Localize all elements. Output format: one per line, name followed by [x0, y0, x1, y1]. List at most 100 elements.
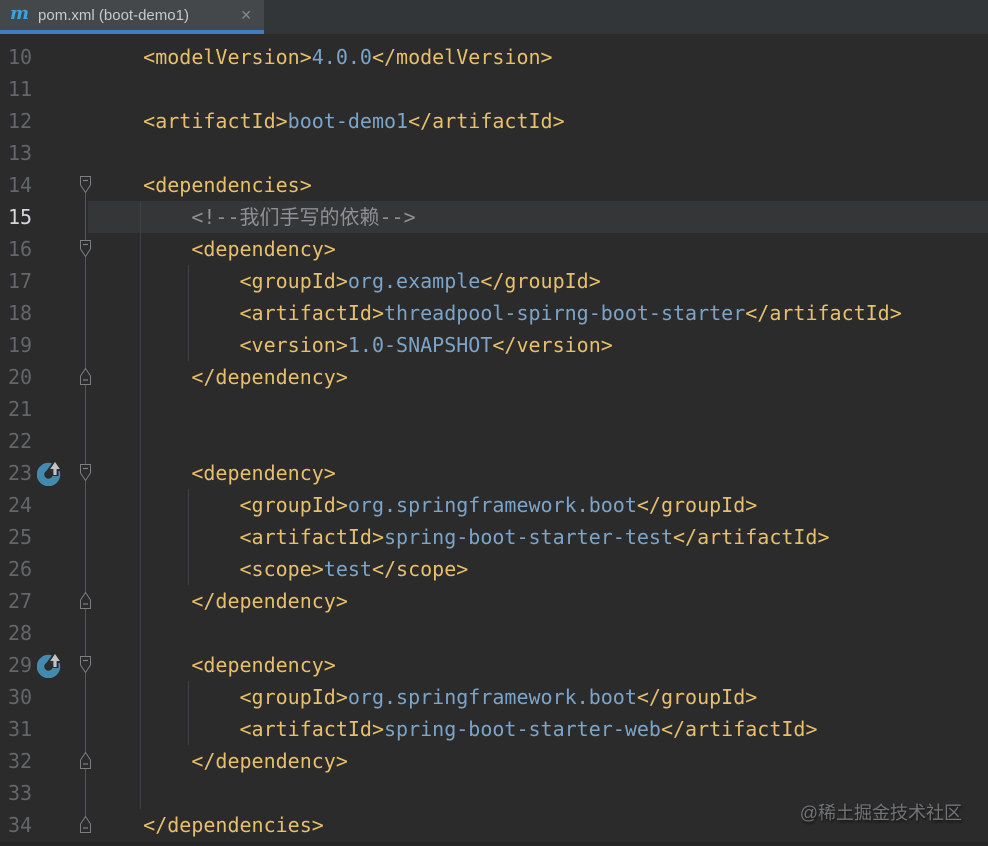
fold-collapse-icon[interactable]: [79, 239, 92, 263]
xml-tag: <dependency>: [191, 237, 336, 261]
code-line-25[interactable]: 25 <artifactId>spring-boot-starter-test<…: [0, 521, 988, 553]
gutter: 29: [0, 649, 95, 681]
line-number: 10: [8, 41, 32, 73]
code-line-15[interactable]: 15 <!--我们手写的依赖-->: [0, 201, 988, 233]
code-line-13[interactable]: 13: [0, 137, 988, 169]
line-number: 22: [8, 425, 32, 457]
code-line-18[interactable]: 18 <artifactId>threadpool-spirng-boot-st…: [0, 297, 988, 329]
code-text[interactable]: <artifactId>boot-demo1</artifactId>: [95, 105, 565, 137]
code-line-16[interactable]: 16 <dependency>: [0, 233, 988, 265]
code-text[interactable]: </dependency>: [95, 361, 348, 393]
code-line-21[interactable]: 21: [0, 393, 988, 425]
code-text[interactable]: <!--我们手写的依赖-->: [95, 201, 416, 233]
xml-text: spring-boot-starter-test: [384, 525, 673, 549]
code-text[interactable]: <scope>test</scope>: [95, 553, 468, 585]
code-line-17[interactable]: 17 <groupId>org.example</groupId>: [0, 265, 988, 297]
line-number: 16: [8, 233, 32, 265]
maven-update-icon[interactable]: [37, 652, 63, 683]
gutter: 34: [0, 809, 95, 841]
xml-tag: </dependency>: [191, 749, 348, 773]
code-line-14[interactable]: 14 <dependencies>: [0, 169, 988, 201]
code-line-31[interactable]: 31 <artifactId>spring-boot-starter-web</…: [0, 713, 988, 745]
gutter: 31: [0, 713, 95, 745]
xml-text: test: [324, 557, 372, 581]
code-text[interactable]: <artifactId>threadpool-spirng-boot-start…: [95, 297, 902, 329]
code-line-29[interactable]: 29 <dependency>: [0, 649, 988, 681]
code-text[interactable]: <groupId>org.springframework.boot</group…: [95, 681, 757, 713]
xml-text: 4.0.0: [312, 45, 372, 69]
code-line-27[interactable]: 27 </dependency>: [0, 585, 988, 617]
line-number: 30: [8, 681, 32, 713]
xml-text: spring-boot-starter-web: [384, 717, 661, 741]
fold-collapse-end-icon[interactable]: [79, 815, 92, 839]
code-text[interactable]: <dependency>: [95, 233, 336, 265]
xml-tag: </scope>: [372, 557, 468, 581]
gutter: 13: [0, 137, 95, 169]
xml-tag: <dependencies>: [143, 173, 312, 197]
line-number: 11: [8, 73, 32, 105]
line-number: 26: [8, 553, 32, 585]
xml-tag: <scope>: [240, 557, 324, 581]
code-text[interactable]: </dependency>: [95, 745, 348, 777]
xml-tag: <dependency>: [191, 461, 336, 485]
line-number: 17: [8, 265, 32, 297]
code-text[interactable]: <groupId>org.example</groupId>: [95, 265, 601, 297]
code-text[interactable]: <dependencies>: [95, 169, 312, 201]
gutter: 22: [0, 425, 95, 457]
xml-tag: </artifactId>: [673, 525, 830, 549]
line-number: 19: [8, 329, 32, 361]
code-text[interactable]: <dependency>: [95, 457, 336, 489]
tab-pom-xml[interactable]: m pom.xml (boot-demo1) ✕: [0, 0, 264, 34]
fold-collapse-icon[interactable]: [79, 463, 92, 487]
code-text[interactable]: <modelVersion>4.0.0</modelVersion>: [95, 41, 553, 73]
gutter: 15: [0, 201, 95, 233]
gutter: 28: [0, 617, 95, 649]
xml-comment: <!--我们手写的依赖-->: [191, 205, 415, 229]
code-text[interactable]: <artifactId>spring-boot-starter-test</ar…: [95, 521, 830, 553]
code-editor[interactable]: 10 <modelVersion>4.0.0</modelVersion>111…: [0, 34, 988, 846]
xml-tag: <modelVersion>: [143, 45, 312, 69]
tab-close-icon[interactable]: ✕: [238, 6, 254, 24]
code-line-22[interactable]: 22: [0, 425, 988, 457]
xml-tag: </version>: [492, 333, 612, 357]
code-text[interactable]: </dependency>: [95, 585, 348, 617]
code-text[interactable]: <groupId>org.springframework.boot</group…: [95, 489, 757, 521]
xml-tag: <artifactId>: [240, 525, 385, 549]
xml-tag: </dependency>: [191, 365, 348, 389]
code-line-20[interactable]: 20 </dependency>: [0, 361, 988, 393]
gutter: 10: [0, 41, 95, 73]
gutter: 20: [0, 361, 95, 393]
xml-tag: </modelVersion>: [372, 45, 553, 69]
code-line-11[interactable]: 11: [0, 73, 988, 105]
code-line-30[interactable]: 30 <groupId>org.springframework.boot</gr…: [0, 681, 988, 713]
code-text[interactable]: <artifactId>spring-boot-starter-web</art…: [95, 713, 818, 745]
gutter: 17: [0, 265, 95, 297]
gutter: 21: [0, 393, 95, 425]
xml-tag: </groupId>: [637, 685, 757, 709]
fold-collapse-icon[interactable]: [79, 655, 92, 679]
code-text[interactable]: <dependency>: [95, 649, 336, 681]
line-number: 34: [8, 809, 32, 841]
code-text[interactable]: <version>1.0-SNAPSHOT</version>: [95, 329, 613, 361]
gutter: 32: [0, 745, 95, 777]
line-number: 29: [8, 649, 32, 681]
fold-collapse-icon[interactable]: [79, 175, 92, 199]
gutter: 27: [0, 585, 95, 617]
xml-tag: <groupId>: [240, 269, 348, 293]
maven-update-icon[interactable]: [37, 460, 63, 491]
fold-collapse-end-icon[interactable]: [79, 751, 92, 775]
code-line-19[interactable]: 19 <version>1.0-SNAPSHOT</version>: [0, 329, 988, 361]
code-line-24[interactable]: 24 <groupId>org.springframework.boot</gr…: [0, 489, 988, 521]
code-line-28[interactable]: 28: [0, 617, 988, 649]
code-line-26[interactable]: 26 <scope>test</scope>: [0, 553, 988, 585]
line-number: 32: [8, 745, 32, 777]
xml-tag: <artifactId>: [240, 717, 385, 741]
code-line-23[interactable]: 23 <dependency>: [0, 457, 988, 489]
fold-collapse-end-icon[interactable]: [79, 367, 92, 391]
code-line-10[interactable]: 10 <modelVersion>4.0.0</modelVersion>: [0, 41, 988, 73]
code-text[interactable]: </dependencies>: [95, 809, 324, 841]
line-number: 24: [8, 489, 32, 521]
code-line-12[interactable]: 12 <artifactId>boot-demo1</artifactId>: [0, 105, 988, 137]
code-line-32[interactable]: 32 </dependency>: [0, 745, 988, 777]
fold-collapse-end-icon[interactable]: [79, 591, 92, 615]
